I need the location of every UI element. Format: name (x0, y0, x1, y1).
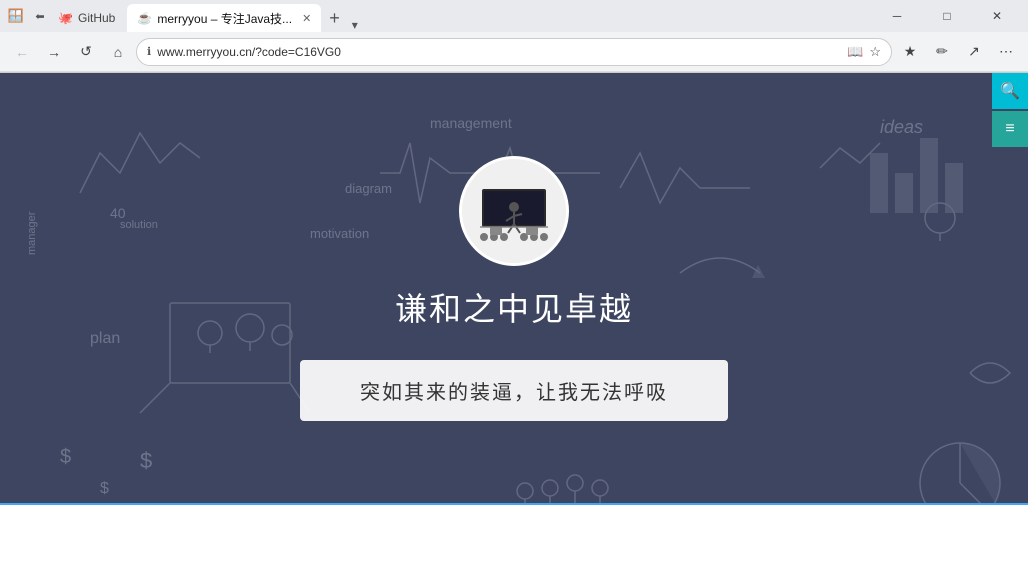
svg-text:$: $ (60, 446, 71, 468)
window-controls: ─ □ ✕ (874, 0, 1020, 32)
maximize-button[interactable]: □ (924, 0, 970, 32)
svg-text:manager: manager (26, 211, 38, 255)
toolbar: ← → ↺ ⌂ ℹ www.merryyou.cn/?code=C16VG0 📖… (0, 32, 1028, 72)
hero-title: 谦和之中见卓越 (395, 284, 633, 330)
title-bar: 🪟 ⬅ 🐙 GitHub ☕ merryyou – 专注Java技... ✕ +… (0, 0, 1028, 32)
svg-text:40: 40 (110, 205, 126, 221)
toolbar-right: ★ ✏ ↗ ⋯ (896, 38, 1020, 66)
svg-text:solution: solution (120, 219, 158, 231)
minimize-button[interactable]: ─ (874, 0, 920, 32)
merryyou-favicon: ☕ (137, 11, 151, 25)
github-favicon: 🐙 (58, 11, 72, 25)
tab-merryyou[interactable]: ☕ merryyou – 专注Java技... ✕ (127, 4, 321, 32)
new-tab-button[interactable]: + (323, 4, 346, 32)
hero-subtitle: 突如其来的装逼，让我无法呼吸 (360, 376, 668, 405)
svg-text:ideas: ideas (880, 117, 923, 137)
svg-text:management: management (430, 115, 512, 131)
close-button[interactable]: ✕ (974, 0, 1020, 32)
address-text: www.merryyou.cn/?code=C16VG0 (157, 45, 841, 59)
security-icon: ℹ (147, 45, 151, 58)
share-button[interactable]: ↗ (960, 38, 988, 66)
tab-close-button[interactable]: ✕ (302, 12, 311, 25)
forward-button[interactable]: → (40, 38, 68, 66)
bottom-strip (0, 503, 1028, 570)
hero-section: ideas management diagram motivation plan… (0, 73, 1028, 503)
title-bar-left: 🪟 ⬅ (8, 8, 48, 24)
hero-subtitle-box: 突如其来的装逼，让我无法呼吸 (300, 360, 728, 421)
browser-chrome: 🪟 ⬅ 🐙 GitHub ☕ merryyou – 专注Java技... ✕ +… (0, 0, 1028, 73)
search-button[interactable]: 🔍 (992, 73, 1028, 109)
svg-text:motivation: motivation (310, 226, 369, 241)
pen-button[interactable]: ✏ (928, 38, 956, 66)
page-content: ideas management diagram motivation plan… (0, 73, 1028, 570)
more-button[interactable]: ⋯ (992, 38, 1020, 66)
tab-bar: 🐙 GitHub ☕ merryyou – 专注Java技... ✕ + ▾ (48, 0, 874, 32)
back-page-icon: ⬅ (32, 8, 48, 24)
svg-text:plan: plan (90, 330, 120, 347)
address-right-icons: 📖 ☆ (847, 44, 881, 60)
reader-icon[interactable]: 📖 (847, 44, 863, 60)
tab-dropdown-button[interactable]: ▾ (348, 18, 362, 32)
back-button[interactable]: ← (8, 38, 36, 66)
refresh-button[interactable]: ↺ (72, 38, 100, 66)
address-bar[interactable]: ℹ www.merryyou.cn/?code=C16VG0 📖 ☆ (136, 38, 892, 66)
merryyou-tab-label: merryyou – 专注Java技... (157, 10, 292, 27)
tab-github[interactable]: 🐙 GitHub (48, 4, 125, 32)
hero-side-buttons: 🔍 ≡ (992, 73, 1028, 147)
menu-button[interactable]: ≡ (992, 111, 1028, 147)
home-button[interactable]: ⌂ (104, 38, 132, 66)
svg-text:diagram: diagram (345, 181, 392, 196)
bookmark-icon[interactable]: ☆ (869, 44, 881, 60)
svg-text:$: $ (140, 448, 152, 473)
avatar (459, 156, 569, 266)
github-tab-label: GitHub (78, 11, 115, 25)
favorites-button[interactable]: ★ (896, 38, 924, 66)
svg-text:$: $ (100, 480, 109, 497)
browser-icon: 🪟 (8, 8, 24, 24)
